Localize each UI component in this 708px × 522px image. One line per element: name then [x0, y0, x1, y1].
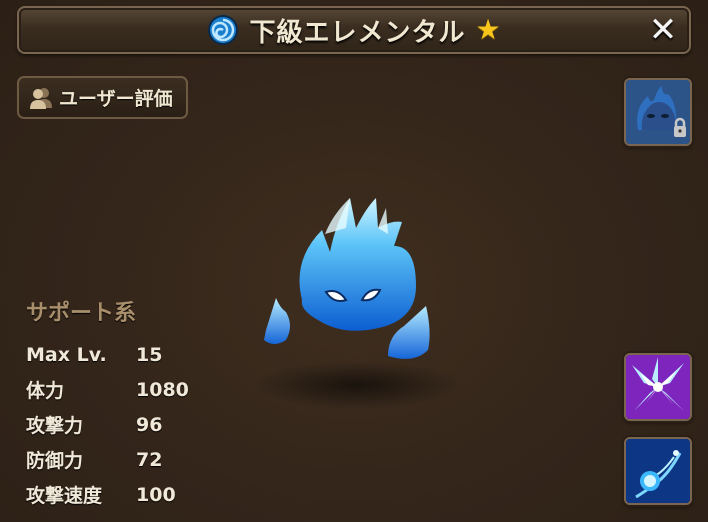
page-title: 下級エレメンタル — [249, 17, 466, 48]
title-bar: 下級エレメンタル ★ ✕ — [17, 6, 691, 54]
stat-value: 100 — [136, 483, 176, 506]
user-review-button[interactable]: ユーザー評価 — [17, 76, 188, 119]
monster-portrait-locked-icon — [626, 80, 690, 144]
stat-name: 体力 — [26, 380, 65, 402]
stat-name: Max Lv. — [26, 343, 107, 366]
water-swirl-icon — [207, 14, 239, 46]
stat-row: 体力 1080 — [26, 372, 189, 407]
skill-1-button[interactable] — [624, 353, 692, 421]
stat-value: 1080 — [136, 378, 189, 401]
stat-row: 攻撃力 96 — [26, 407, 189, 442]
close-button[interactable]: ✕ — [647, 13, 679, 47]
title-group: 下級エレメンタル ★ — [17, 6, 691, 54]
people-icon — [29, 87, 53, 109]
stat-value: 15 — [136, 343, 163, 366]
stat-value: 72 — [136, 448, 163, 471]
skill-2-button[interactable] — [624, 437, 692, 505]
stat-row: Max Lv. 15 — [26, 337, 189, 372]
stat-name: 攻撃速度 — [26, 485, 103, 507]
star-icon: ★ — [475, 13, 501, 46]
monster-info-window: 下級エレメンタル ★ ✕ ユーザー評価 サポート系 Max Lv. 15 体力 … — [0, 0, 708, 522]
stat-name: 防御力 — [26, 450, 84, 472]
stats-panel: サポート系 Max Lv. 15 体力 1080 攻撃力 96 防御力 72 攻… — [26, 295, 189, 512]
stat-row: 攻撃速度 100 — [26, 477, 189, 512]
monster-image — [253, 198, 463, 409]
user-review-label: ユーザー評価 — [59, 88, 173, 110]
stat-row: 防御力 72 — [26, 442, 189, 477]
stat-value: 96 — [136, 413, 163, 436]
monster-portrait-button[interactable] — [624, 78, 692, 146]
monster-type-label: サポート系 — [26, 301, 137, 326]
water-orb-skill-icon — [626, 439, 690, 503]
ice-shards-skill-icon — [626, 355, 690, 419]
stat-name: 攻撃力 — [26, 415, 84, 437]
